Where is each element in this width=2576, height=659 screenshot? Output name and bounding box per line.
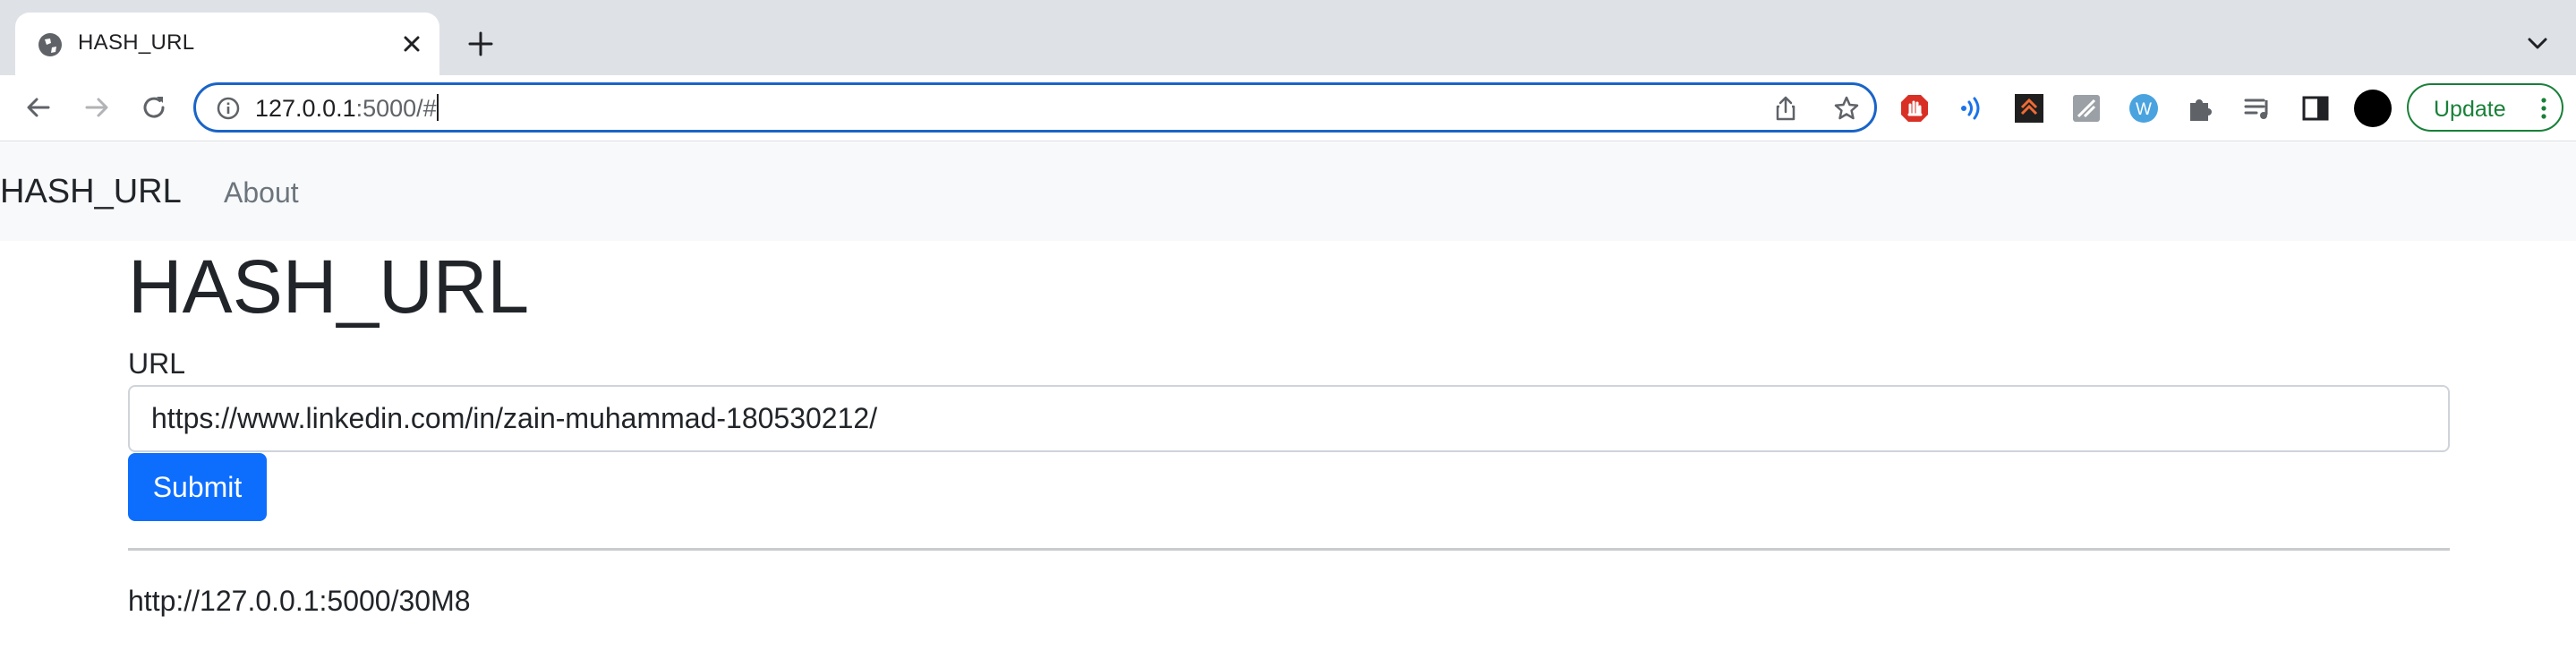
more-vertical-icon[interactable] (2534, 96, 2554, 121)
nav-link-about[interactable]: About (224, 176, 299, 210)
url-host: 127.0.0.1 (255, 95, 356, 122)
horizontal-divider (128, 548, 2450, 551)
puzzle-icon[interactable] (2185, 92, 2217, 124)
url-field-label: URL (128, 347, 186, 380)
dark-extension-icon[interactable] (2013, 92, 2045, 124)
w-extension-icon[interactable]: W (2128, 92, 2160, 124)
update-button[interactable]: Update (2407, 83, 2563, 132)
audio-extension-icon[interactable] (1956, 92, 1988, 124)
text-caret (436, 94, 439, 121)
url-input[interactable] (128, 385, 2450, 452)
tab-title: HASH_URL (78, 30, 195, 55)
browser-tab[interactable]: HASH_URL (15, 13, 439, 75)
url-path: :5000/# (355, 95, 437, 122)
address-bar[interactable]: 127.0.0.1:5000/# (193, 82, 1877, 133)
shortened-url-result: http://127.0.0.1:5000/30M8 (128, 585, 471, 617)
star-bookmark-icon[interactable] (1832, 94, 1861, 123)
site-navbar: HASH_URL About (0, 142, 2576, 241)
update-label: Update (2434, 97, 2506, 122)
back-arrow-icon[interactable] (21, 90, 55, 124)
globe-icon (38, 33, 62, 56)
page-title: HASH_URL (128, 244, 530, 329)
svg-text:W: W (2136, 100, 2152, 119)
submit-button[interactable]: Submit (128, 453, 267, 521)
address-url[interactable]: 127.0.0.1:5000/# (255, 94, 439, 123)
share-icon[interactable] (1771, 94, 1800, 123)
new-tab-plus-icon[interactable] (465, 29, 496, 59)
ad-blocker-icon[interactable] (1898, 92, 1931, 124)
reload-icon[interactable] (137, 90, 171, 124)
close-icon[interactable] (400, 32, 423, 56)
reading-list-icon[interactable] (2242, 92, 2274, 124)
chevron-down-icon[interactable] (2526, 32, 2549, 56)
navbar-brand[interactable]: HASH_URL (0, 173, 182, 211)
profile-avatar[interactable] (2354, 90, 2392, 127)
side-panel-icon[interactable] (2299, 92, 2332, 124)
gray-extension-icon[interactable] (2070, 92, 2103, 124)
forward-arrow-icon[interactable] (80, 90, 114, 124)
site-info-icon[interactable] (216, 96, 241, 121)
tab-strip: HASH_URL (0, 0, 2576, 75)
